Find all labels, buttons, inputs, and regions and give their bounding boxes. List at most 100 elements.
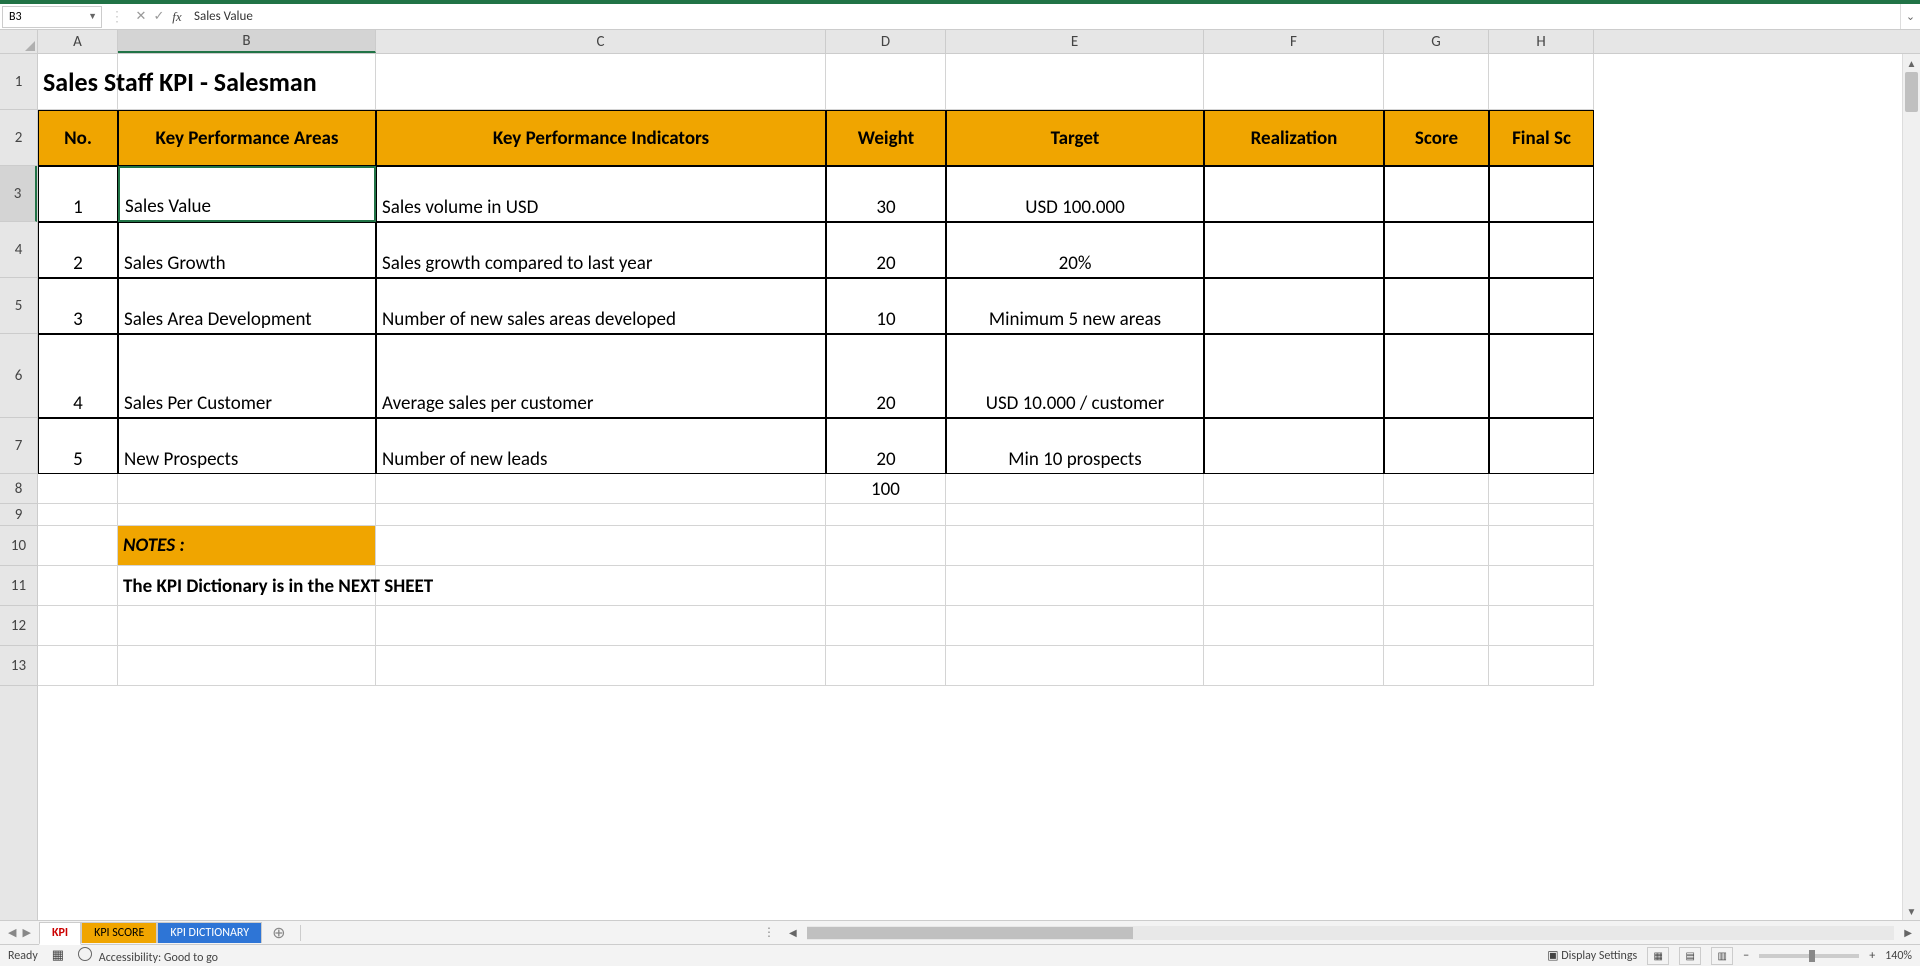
kpi-target-1[interactable]: 20%	[946, 222, 1204, 278]
kpi-realization-0[interactable]	[1204, 166, 1384, 222]
display-settings-button[interactable]: ▣ Display Settings	[1547, 948, 1637, 963]
row-header-7[interactable]: 7	[0, 418, 37, 474]
kpi-no-2[interactable]: 3	[38, 278, 118, 334]
cell-E11[interactable]	[946, 566, 1204, 606]
kpi-indicator-2[interactable]: Number of new sales areas developed	[376, 278, 826, 334]
kpi-final-2[interactable]	[1489, 278, 1594, 334]
col-header-C[interactable]: C	[376, 30, 826, 53]
row-header-6[interactable]: 6	[0, 334, 37, 418]
kpi-target-2[interactable]: Minimum 5 new areas	[946, 278, 1204, 334]
cell-G10[interactable]	[1384, 526, 1489, 566]
kpi-area-4[interactable]: New Prospects	[118, 418, 376, 474]
cells-container[interactable]: Sales Staff KPI - SalesmanNo.Key Perform…	[38, 54, 1920, 920]
kpi-score-1[interactable]	[1384, 222, 1489, 278]
cell-A13[interactable]	[38, 646, 118, 686]
cell-A10[interactable]	[38, 526, 118, 566]
kpi-target-3[interactable]: USD 10.000 / customer	[946, 334, 1204, 418]
row-header-1[interactable]: 1	[0, 54, 37, 110]
header-kpa[interactable]: Key Performance Areas	[118, 110, 376, 166]
cell-H12[interactable]	[1489, 606, 1594, 646]
cell-F1[interactable]	[1204, 54, 1384, 110]
kpi-no-4[interactable]: 5	[38, 418, 118, 474]
zoom-out-button[interactable]: −	[1743, 949, 1749, 963]
row-header-8[interactable]: 8	[0, 474, 37, 504]
select-all-corner[interactable]	[0, 30, 38, 53]
col-header-B[interactable]: B	[118, 30, 376, 53]
cell-E10[interactable]	[946, 526, 1204, 566]
kpi-weight-3[interactable]: 20	[826, 334, 946, 418]
cell-A9[interactable]	[38, 504, 118, 526]
row-header-4[interactable]: 4	[0, 222, 37, 278]
kpi-realization-2[interactable]	[1204, 278, 1384, 334]
header-weight[interactable]: Weight	[826, 110, 946, 166]
cell-A11[interactable]	[38, 566, 118, 606]
sheet-tab-kpi-dictionary[interactable]: KPI DICTIONARY	[157, 922, 262, 943]
kpi-indicator-3[interactable]: Average sales per customer	[376, 334, 826, 418]
kpi-weight-2[interactable]: 10	[826, 278, 946, 334]
zoom-level[interactable]: 140%	[1885, 949, 1912, 963]
cell-G12[interactable]	[1384, 606, 1489, 646]
kpi-target-4[interactable]: Min 10 prospects	[946, 418, 1204, 474]
kpi-realization-3[interactable]	[1204, 334, 1384, 418]
zoom-slider-thumb[interactable]	[1809, 950, 1815, 962]
cell-G11[interactable]	[1384, 566, 1489, 606]
cell-H13[interactable]	[1489, 646, 1594, 686]
kpi-realization-1[interactable]	[1204, 222, 1384, 278]
col-header-G[interactable]: G	[1384, 30, 1489, 53]
row-header-11[interactable]: 11	[0, 566, 37, 606]
add-sheet-button[interactable]: ⊕	[262, 923, 295, 943]
col-header-H[interactable]: H	[1489, 30, 1594, 53]
kpi-weight-4[interactable]: 20	[826, 418, 946, 474]
kpi-weight-1[interactable]: 20	[826, 222, 946, 278]
kpi-final-4[interactable]	[1489, 418, 1594, 474]
kpi-final-3[interactable]	[1489, 334, 1594, 418]
row-header-2[interactable]: 2	[0, 110, 37, 166]
cell-C9[interactable]	[376, 504, 826, 526]
page-break-view-button[interactable]: ▥	[1711, 947, 1733, 965]
col-header-A[interactable]: A	[38, 30, 118, 53]
col-header-F[interactable]: F	[1204, 30, 1384, 53]
cell-F9[interactable]	[1204, 504, 1384, 526]
page-layout-view-button[interactable]: ▤	[1679, 947, 1701, 965]
header-target[interactable]: Target	[946, 110, 1204, 166]
cell-C12[interactable]	[376, 606, 826, 646]
notes-text[interactable]: The KPI Dictionary is in the NEXT SHEET	[118, 566, 946, 606]
hscroll-track[interactable]	[807, 926, 1895, 940]
header-score[interactable]: Score	[1384, 110, 1489, 166]
kpi-no-1[interactable]: 2	[38, 222, 118, 278]
row-header-10[interactable]: 10	[0, 526, 37, 566]
header-kpi[interactable]: Key Performance Indicators	[376, 110, 826, 166]
kpi-indicator-1[interactable]: Sales growth compared to last year	[376, 222, 826, 278]
cell-F13[interactable]	[1204, 646, 1384, 686]
cell-E9[interactable]	[946, 504, 1204, 526]
notes-label[interactable]: NOTES :	[118, 526, 376, 566]
cell-G13[interactable]	[1384, 646, 1489, 686]
hscroll-right-icon[interactable]: ▶	[1900, 926, 1916, 939]
name-box[interactable]: B3 ▼	[2, 6, 102, 28]
kpi-area-1[interactable]: Sales Growth	[118, 222, 376, 278]
cell-C10[interactable]	[376, 526, 826, 566]
kpi-realization-4[interactable]	[1204, 418, 1384, 474]
normal-view-button[interactable]: ▦	[1647, 947, 1669, 965]
cell-G9[interactable]	[1384, 504, 1489, 526]
header-realization[interactable]: Realization	[1204, 110, 1384, 166]
cell-E13[interactable]	[946, 646, 1204, 686]
cell-G1[interactable]	[1384, 54, 1489, 110]
cell-F10[interactable]	[1204, 526, 1384, 566]
sheet-nav[interactable]: ◀ ▶	[0, 926, 39, 939]
kpi-final-1[interactable]	[1489, 222, 1594, 278]
col-header-E[interactable]: E	[946, 30, 1204, 53]
total-weight[interactable]: 100	[826, 474, 946, 504]
sheet-tab-kpi-score[interactable]: KPI SCORE	[81, 922, 157, 943]
tab-split-handle[interactable]: ⋮	[757, 925, 781, 940]
kpi-no-3[interactable]: 4	[38, 334, 118, 418]
hscroll-thumb[interactable]	[807, 927, 1133, 939]
cell-A8[interactable]	[38, 474, 118, 504]
accessibility-status[interactable]: Accessibility: Good to go	[78, 947, 218, 965]
cell-H8[interactable]	[1489, 474, 1594, 504]
cell-B9[interactable]	[118, 504, 376, 526]
cell-H9[interactable]	[1489, 504, 1594, 526]
header-no[interactable]: No.	[38, 110, 118, 166]
cell-C8[interactable]	[376, 474, 826, 504]
kpi-indicator-0[interactable]: Sales volume in USD	[376, 166, 826, 222]
